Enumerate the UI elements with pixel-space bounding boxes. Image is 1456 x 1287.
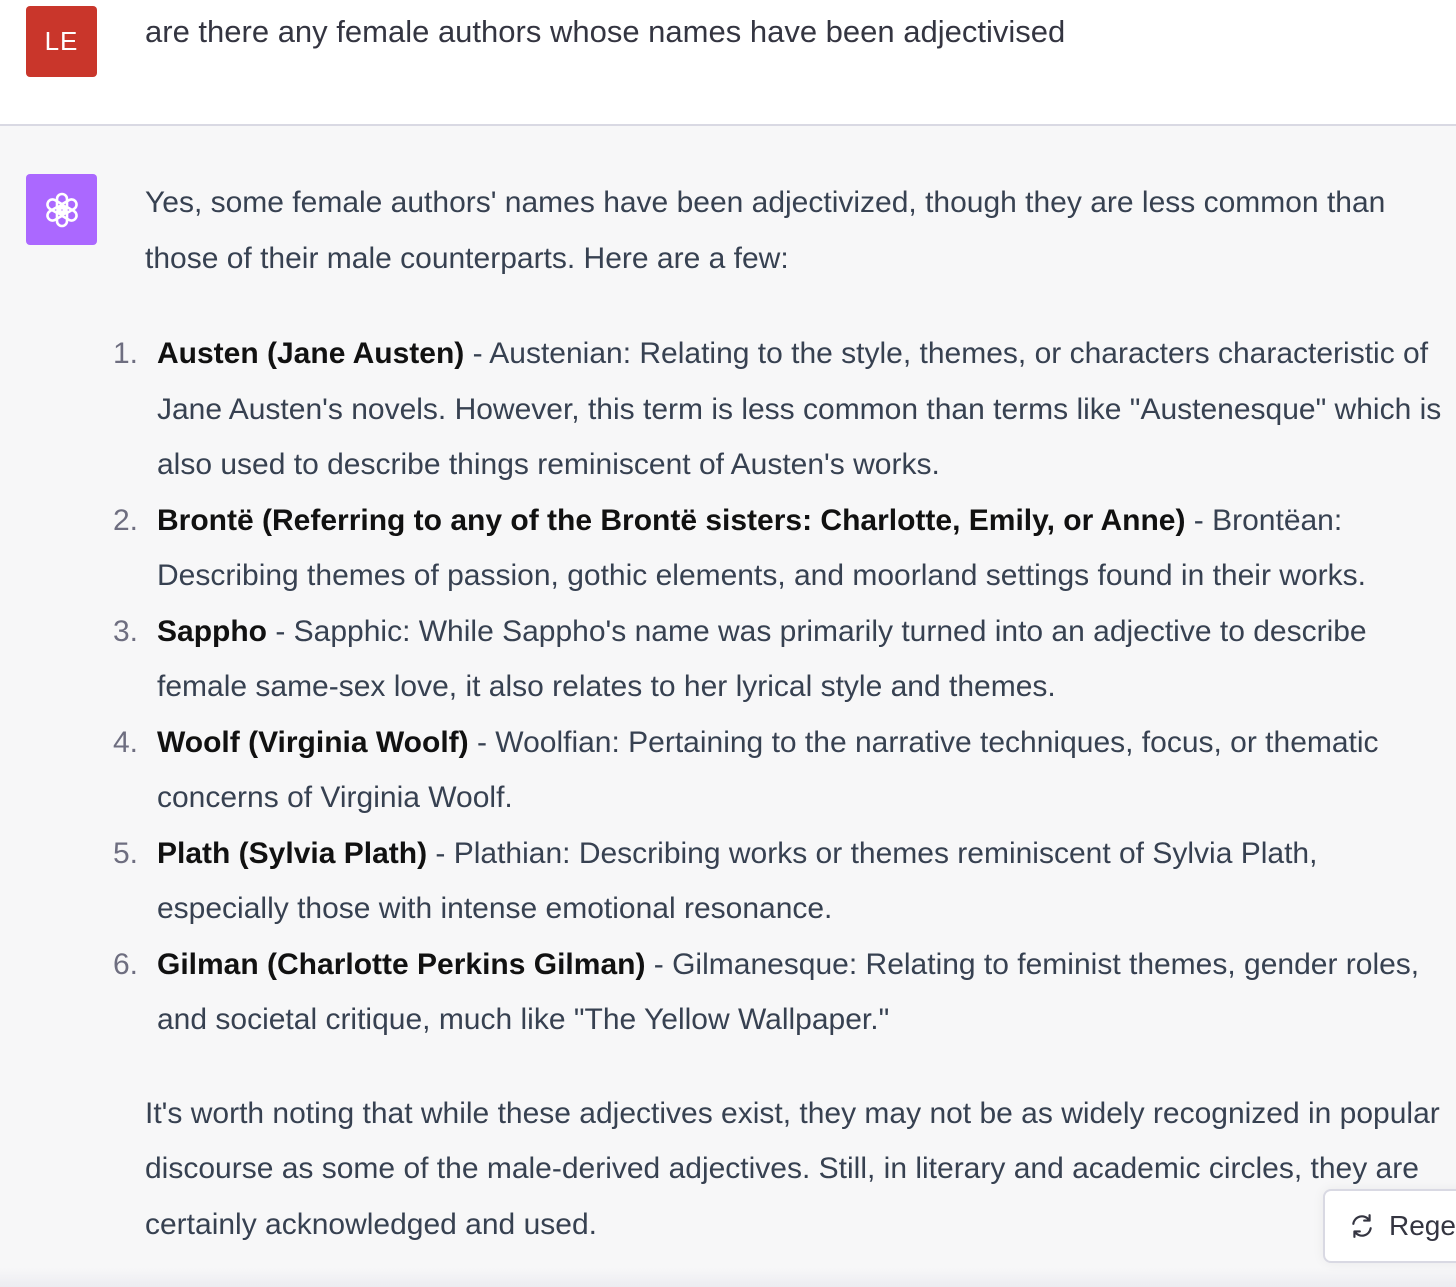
list-item: 5. Plath (Sylvia Plath) - Plathian: Desc… bbox=[113, 826, 1450, 937]
regenerate-button[interactable]: Regenerate bbox=[1323, 1189, 1456, 1263]
list-item-term: Gilman (Charlotte Perkins Gilman) bbox=[157, 947, 646, 981]
refresh-icon bbox=[1349, 1213, 1375, 1239]
list-item-number: 2. bbox=[113, 503, 139, 537]
answer-list: 1. Austen (Jane Austen) - Austenian: Rel… bbox=[113, 326, 1450, 1048]
list-item-term: Woolf (Virginia Woolf) bbox=[157, 725, 469, 759]
assistant-conclusion: It's worth noting that while these adjec… bbox=[145, 1096, 1440, 1241]
list-item-number: 6. bbox=[113, 947, 139, 981]
user-avatar: LE bbox=[26, 6, 97, 77]
assistant-message-row: Yes, some female authors' names have bee… bbox=[0, 126, 1456, 1287]
list-item-number: 4. bbox=[113, 725, 139, 759]
regenerate-label: Regenerate bbox=[1389, 1210, 1456, 1241]
bottom-fade bbox=[0, 1268, 1456, 1287]
list-item-term: Plath (Sylvia Plath) bbox=[157, 836, 428, 870]
assistant-intro: Yes, some female authors' names have bee… bbox=[145, 186, 1386, 275]
list-item-number: 3. bbox=[113, 614, 139, 648]
list-item: 1. Austen (Jane Austen) - Austenian: Rel… bbox=[113, 326, 1450, 493]
list-item-number: 5. bbox=[113, 836, 139, 870]
list-item-term: Brontë (Referring to any of the Brontë s… bbox=[157, 503, 1186, 537]
openai-logo-icon bbox=[40, 188, 84, 232]
assistant-message-content: Yes, some female authors' names have bee… bbox=[113, 175, 1450, 1252]
list-item: 2. Brontë (Referring to any of the Bront… bbox=[113, 493, 1450, 604]
list-item-description: - Sapphic: While Sappho's name was prima… bbox=[157, 614, 1367, 704]
list-item: 4. Woolf (Virginia Woolf) - Woolfian: Pe… bbox=[113, 715, 1450, 826]
assistant-avatar bbox=[26, 174, 97, 245]
list-item-term: Austen (Jane Austen) bbox=[157, 337, 465, 370]
list-item-number: 1. bbox=[113, 337, 139, 370]
user-message-text: are there any female authors whose names… bbox=[145, 14, 1066, 49]
list-item-term: Sappho bbox=[157, 614, 267, 648]
list-item: 6. Gilman (Charlotte Perkins Gilman) - G… bbox=[113, 937, 1450, 1048]
user-message-row: LE are there any female authors whose na… bbox=[0, 0, 1456, 126]
chat-page: LE are there any female authors whose na… bbox=[0, 0, 1456, 1287]
list-item: 3. Sappho - Sapphic: While Sappho's name… bbox=[113, 604, 1450, 715]
